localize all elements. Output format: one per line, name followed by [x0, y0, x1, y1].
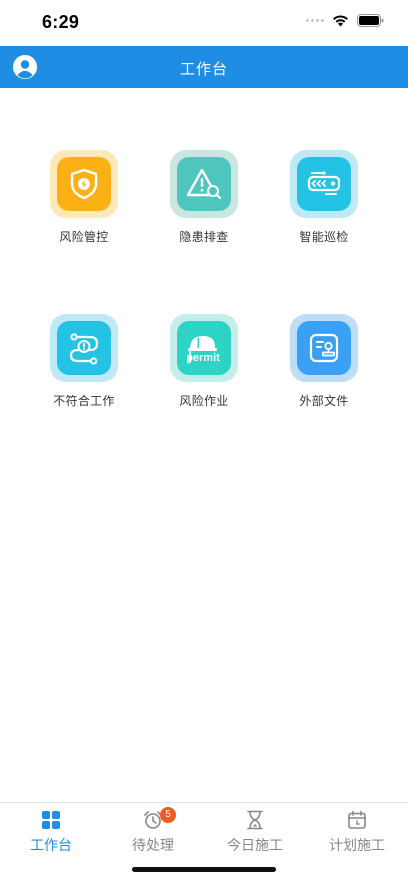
home-indicator — [132, 867, 276, 872]
tab-label: 计划施工 — [329, 837, 385, 853]
tile-hazard-inspection[interactable]: 隐患排查 — [144, 150, 264, 245]
tab-label: 今日施工 — [227, 837, 283, 853]
status-time: 6:29 — [42, 12, 80, 32]
pending-count-badge: 5 — [160, 807, 176, 823]
tab-today-construction[interactable]: 今日施工 — [204, 809, 306, 855]
shield-lightning-icon — [70, 168, 98, 200]
tab-pending[interactable]: 5 待处理 — [102, 807, 204, 855]
tab-planned-construction[interactable]: 计划施工 — [306, 809, 408, 855]
tile-nonconforming-work[interactable]: 不符合工作 — [24, 314, 144, 409]
tile-label: 外部文件 — [299, 394, 349, 408]
tab-label: 工作台 — [30, 837, 72, 853]
tile-label: 不符合工作 — [53, 394, 115, 408]
path-alert-icon — [69, 333, 99, 365]
app-bar: 工作台 — [0, 46, 408, 88]
status-icons — [306, 14, 384, 27]
tile-risk-operation[interactable]: permit 风险作业 — [144, 314, 264, 409]
tile-smart-inspection[interactable]: 智能巡检 — [264, 150, 384, 245]
tile-risk-control[interactable]: 风险管控 — [24, 150, 144, 245]
calendar-icon — [348, 810, 366, 829]
grid-icon — [42, 811, 60, 829]
tile-label: 隐患排查 — [179, 230, 229, 244]
tile-label: 智能巡检 — [299, 230, 349, 244]
warning-search-icon — [186, 168, 222, 200]
tab-label: 待处理 — [132, 837, 174, 853]
wifi-icon — [333, 15, 348, 27]
svg-text:permit: permit — [186, 352, 220, 364]
tile-external-documents[interactable]: 外部文件 — [264, 314, 384, 409]
tab-workbench[interactable]: 工作台 — [0, 809, 102, 855]
document-stamp-icon — [309, 333, 339, 363]
cellular-signal-icon — [306, 19, 324, 22]
tile-label: 风险管控 — [59, 230, 109, 244]
hourglass-icon — [247, 810, 263, 830]
status-bar: 6:29 — [0, 0, 408, 46]
tile-label: 风险作业 — [179, 394, 229, 408]
permit-helmet-icon: permit — [186, 336, 220, 364]
page-title: 工作台 — [179, 61, 228, 78]
battery-icon — [357, 14, 384, 27]
inspection-device-icon — [307, 171, 341, 195]
